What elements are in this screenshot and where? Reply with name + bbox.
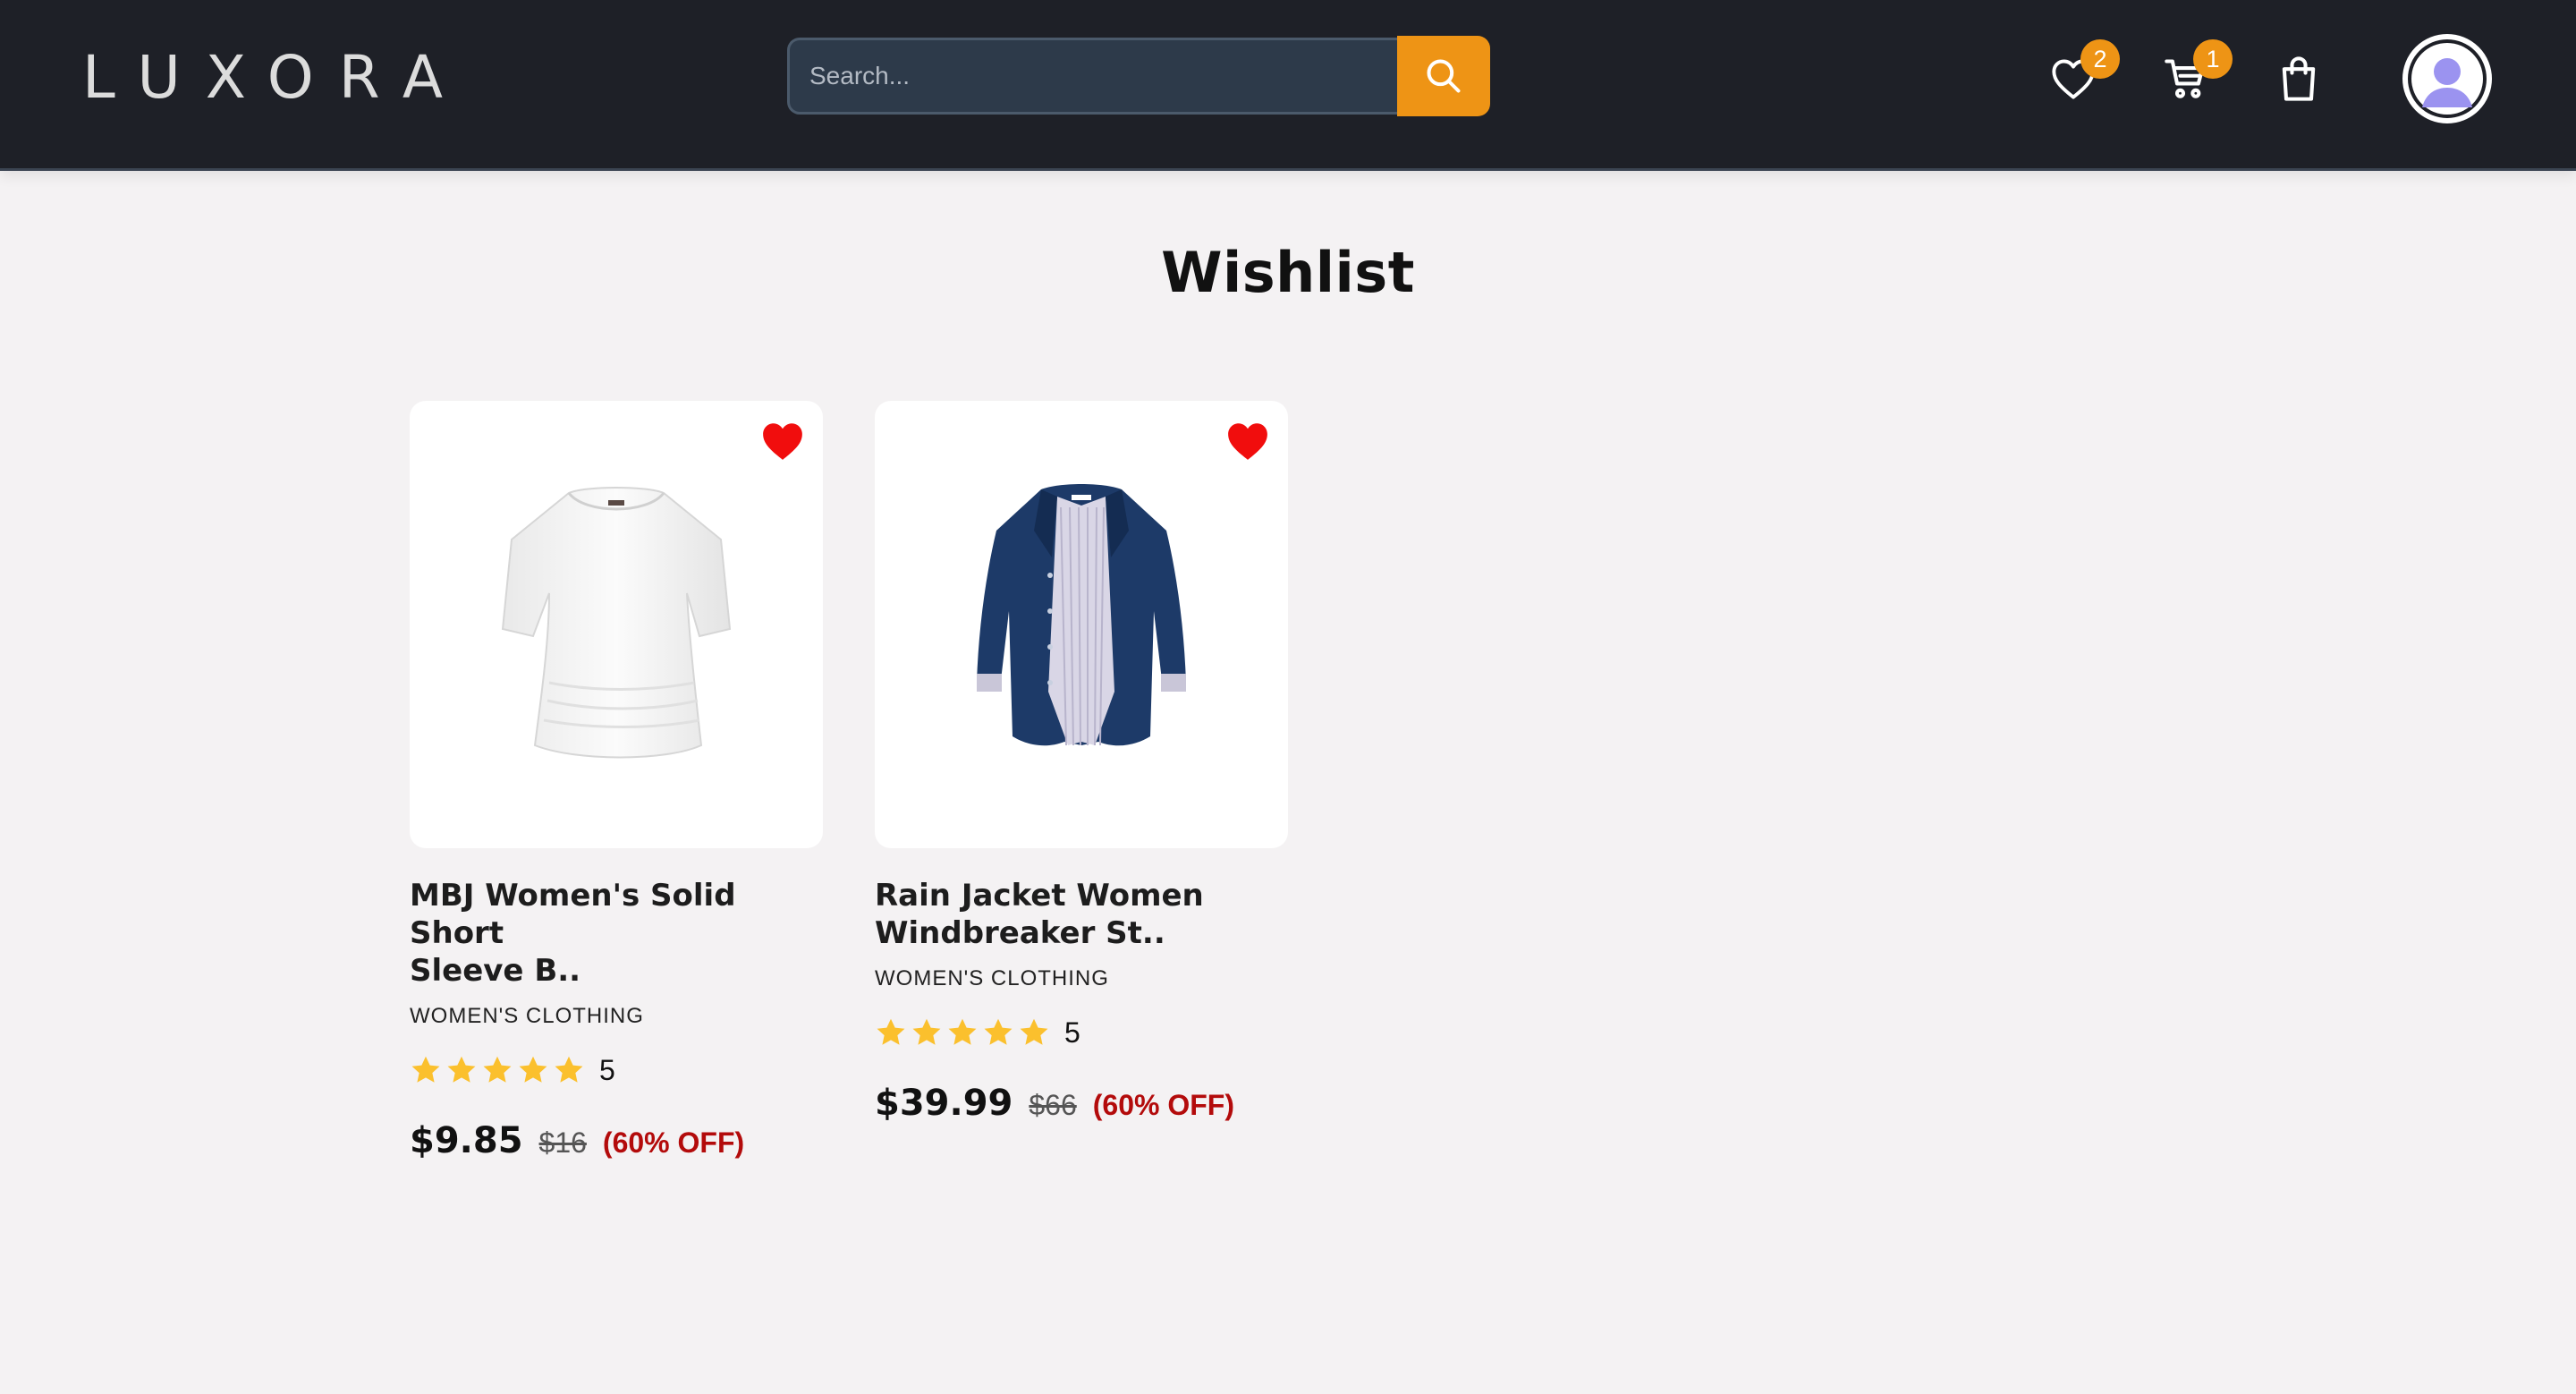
discount-label: (60% OFF): [1092, 1089, 1234, 1121]
search-input[interactable]: [787, 38, 1397, 115]
product-name[interactable]: MBJ Women's Solid Short Sleeve B..: [410, 877, 803, 990]
navy-rain-jacket-image: [977, 484, 1186, 746]
search-button[interactable]: [1397, 36, 1490, 116]
product-card: MBJ Women's Solid Short Sleeve B.. WOMEN…: [410, 401, 823, 1161]
product-name-line2: Sleeve B..: [410, 953, 581, 989]
price-row: $9.85 $16 (60% OFF): [410, 1120, 823, 1161]
star-icon: [519, 1056, 547, 1083]
product-rating: 5: [875, 1015, 1288, 1050]
discount-label: (60% OFF): [602, 1126, 745, 1159]
cart-button[interactable]: 1: [2159, 39, 2233, 106]
user-avatar[interactable]: [2402, 34, 2492, 123]
product-category: WOMEN'S CLOTHING: [875, 966, 1109, 990]
star-icon: [483, 1056, 512, 1083]
star-icon: [984, 1018, 1013, 1045]
product-name-line2: Windbreaker St..: [875, 915, 1165, 951]
product-image[interactable]: [410, 401, 823, 848]
shopping-bag-icon: [2282, 56, 2316, 101]
sale-price: $39.99: [875, 1083, 1013, 1124]
wishlist-button[interactable]: 2: [2046, 39, 2120, 106]
star-icon: [447, 1056, 476, 1083]
wishlist-count-badge: 2: [2080, 39, 2120, 79]
rating-value: 5: [1064, 1016, 1080, 1049]
product-name-line1: MBJ Women's Solid Short: [410, 878, 736, 951]
product-name-line1: Rain Jacket Women: [875, 878, 1204, 914]
white-tshirt-image: [501, 487, 732, 759]
price-row: $39.99 $66 (60% OFF): [875, 1083, 1288, 1124]
page-title: Wishlist: [1161, 240, 1415, 305]
star-icon: [877, 1018, 905, 1045]
top-navbar: LUXORA 2 1: [0, 0, 2576, 171]
star-icon: [912, 1018, 941, 1045]
cart-count-badge: 1: [2193, 39, 2233, 79]
star-icon: [1020, 1018, 1048, 1045]
rating-value: 5: [599, 1053, 615, 1086]
product-image[interactable]: [875, 401, 1288, 848]
sale-price: $9.85: [410, 1120, 523, 1161]
product-name[interactable]: Rain Jacket Women Windbreaker St..: [875, 877, 1268, 952]
favorite-heart-icon[interactable]: [760, 421, 805, 462]
orders-button[interactable]: [2272, 52, 2326, 106]
product-rating: 5: [410, 1052, 823, 1088]
user-icon: [2408, 39, 2487, 118]
search-bar: [787, 36, 1490, 118]
favorite-heart-icon[interactable]: [1225, 421, 1270, 462]
luxora-logo[interactable]: LUXORA: [82, 41, 468, 113]
star-icon: [948, 1018, 977, 1045]
star-icon: [555, 1056, 583, 1083]
original-price: $16: [538, 1126, 587, 1159]
product-category: WOMEN'S CLOTHING: [410, 1004, 644, 1028]
original-price: $66: [1029, 1089, 1077, 1121]
product-card: Rain Jacket Women Windbreaker St.. WOMEN…: [875, 401, 1288, 1124]
search-icon: [1427, 59, 1461, 93]
star-icon: [411, 1056, 440, 1083]
